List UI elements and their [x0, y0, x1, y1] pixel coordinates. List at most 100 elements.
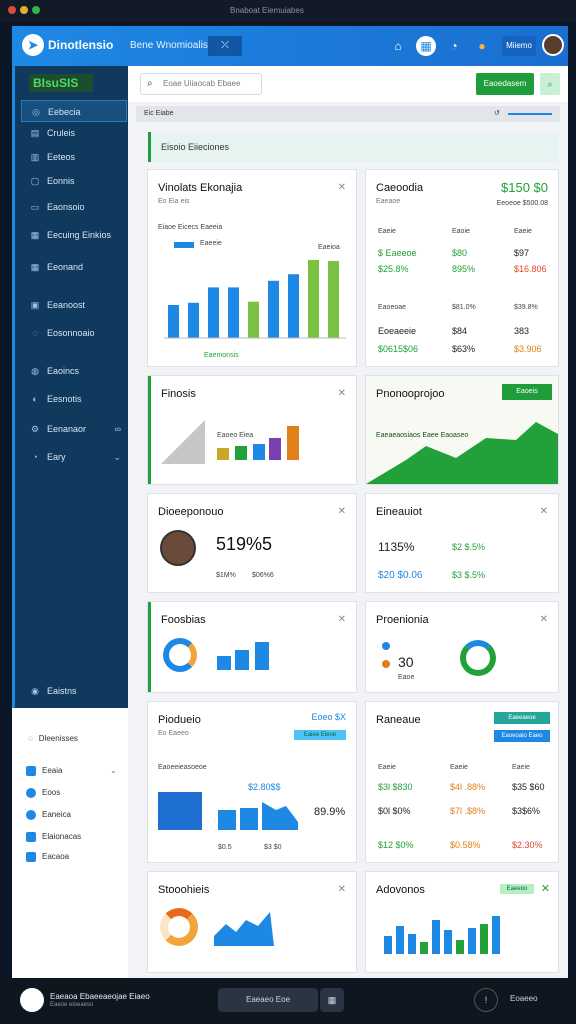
account-pill[interactable]: Miiemo	[502, 36, 536, 56]
secondary-item[interactable]: Elaionacas	[26, 832, 81, 842]
amount-sub: Eeoeoe $500.08	[496, 200, 548, 207]
doc-icon: ▢	[30, 176, 40, 186]
sidebar-item[interactable]: ▭ Eaonsoio	[21, 196, 127, 218]
app-title: Dinotlensio	[48, 38, 114, 52]
bar	[480, 924, 488, 954]
chart-bar	[308, 259, 319, 338]
sidebar-item[interactable]: ⚙ Eenanaor ∞	[21, 418, 127, 440]
area-chart	[366, 422, 558, 484]
col-header: Eaeie	[450, 764, 468, 771]
metric-value: $2.80$$	[248, 782, 281, 792]
sidebar-brand: BIsuSIS	[29, 74, 93, 92]
legend-label: Eaemonsis	[204, 352, 239, 359]
avatar[interactable]	[542, 34, 564, 56]
sidebar: BIsuSIS ◎ Eebecia ▤ Cruleis ▥ Eeteos ▢ Eonni…	[12, 66, 128, 708]
secondary-item[interactable]: Eacaoa	[26, 852, 69, 862]
zoom-slider[interactable]	[508, 113, 552, 115]
action-button[interactable]: Eaoedasem	[476, 73, 534, 95]
metric-value: 1135%	[378, 540, 415, 554]
sidebar-item[interactable]: ▥ Eeteos	[21, 146, 127, 168]
sidebar-item[interactable]: ◔ Eary ⌄	[21, 446, 127, 468]
close-icon[interactable]: ✕	[541, 882, 550, 895]
col-header: $81.0%	[452, 304, 476, 311]
taskbar-center[interactable]: Eaeaeo Eoe	[218, 988, 318, 1012]
home-icon[interactable]: ⌂	[388, 36, 408, 56]
finance-card: Caeoodia Eaeaoe $150 $0 Eeoeoe $500.08 E…	[366, 170, 558, 366]
cell: $63%	[452, 344, 476, 354]
chart-bar	[248, 301, 259, 338]
bar	[492, 916, 500, 954]
sidebar-item[interactable]: ◌ Eosonnoaio	[21, 322, 127, 344]
app-icon[interactable]	[20, 988, 44, 1012]
sidebar-item[interactable]: ◍ Eaoincs	[21, 360, 127, 382]
notification-icon[interactable]: ●	[472, 36, 492, 56]
secondary-item[interactable]: Eeaia ⌄	[26, 766, 117, 776]
cell: $35 $60	[512, 782, 545, 792]
search-input[interactable]: ⌕ Eoae Uiiaocab Ebaee	[140, 73, 262, 95]
close-dot-icon[interactable]	[8, 6, 16, 14]
bar	[235, 446, 247, 460]
stooohieis-card: Stooohieis ✕	[148, 872, 356, 972]
bar	[396, 926, 404, 954]
filter-bar: Eic Eiabe ↺	[136, 106, 560, 122]
sidebar-item[interactable]: ◉ Eaistns	[21, 680, 127, 702]
close-icon[interactable]: ✕	[338, 182, 346, 193]
sidebar-item[interactable]: ◐ Eesnotis	[21, 388, 127, 410]
proonilonia-card: Proenionia ✕ 30 Eaoe	[366, 602, 558, 692]
grid-icon[interactable]: ▦	[320, 988, 344, 1012]
bell-icon[interactable]: ◔	[444, 36, 464, 56]
bar	[287, 426, 299, 460]
folder-icon: ▭	[30, 202, 40, 212]
close-icon[interactable]: ✕	[540, 506, 548, 517]
sidebar-item[interactable]: ▦ Eecuing Einkios	[21, 224, 127, 246]
close-icon[interactable]: ✕	[338, 506, 346, 517]
folder-icon	[26, 766, 36, 776]
close-icon[interactable]: ✕	[338, 388, 346, 399]
close-icon[interactable]: ✕	[338, 884, 346, 895]
sidebar-item[interactable]: ◎ Eebecia	[21, 100, 127, 122]
sidebar-item[interactable]: ▢ Eonnis	[21, 170, 127, 192]
logo-icon: ➤	[22, 34, 44, 56]
cell: $97	[514, 248, 530, 258]
secondary-item[interactable]: Eaneica	[26, 810, 71, 820]
grid-icon[interactable]: ▦	[416, 36, 436, 56]
info-icon[interactable]: !	[474, 988, 498, 1012]
col-header: Eaeie	[378, 228, 396, 235]
user-icon: ◍	[31, 366, 39, 376]
area-chart	[262, 802, 298, 830]
card-button[interactable]: Eaoeis	[502, 384, 552, 400]
cell: $0615$06	[378, 344, 419, 354]
close-icon[interactable]: ✕	[540, 614, 548, 625]
sidebar-item[interactable]: ▦ Eeonand	[21, 256, 127, 278]
cell: $84	[452, 326, 468, 336]
chart-bar	[168, 305, 179, 338]
zoom-icon[interactable]: ↺	[494, 106, 500, 122]
filter-button[interactable]: ⤫	[208, 36, 242, 56]
sidebar-item[interactable]: ▣ Eeanoost	[21, 294, 127, 316]
secondary-item[interactable]: Eoos	[26, 788, 60, 798]
bar	[240, 808, 258, 830]
cell: 383	[514, 326, 530, 336]
search-icon[interactable]: ⌕	[540, 73, 560, 95]
bar	[235, 650, 249, 670]
profile-card: Dioeeponouo ✕ 519%5 $1M% $06%6	[148, 494, 356, 592]
econ-card: Eineauiot ✕ 1135% $2 $.5% $20 $0.06 $3 $…	[366, 494, 558, 592]
globe-icon: ◌	[28, 734, 33, 743]
cell: $12 $0%	[378, 840, 414, 850]
report-icon: ▣	[30, 300, 40, 310]
maximize-dot-icon[interactable]	[32, 6, 40, 14]
legend-label: Eaeeie	[200, 240, 222, 247]
main-content: ⌕ Eoae Uiiaocab Ebaee Eaoedasem ⌕ Eic Ei…	[128, 66, 568, 978]
chart-icon: ▥	[30, 152, 40, 162]
metric-value: $3 $0	[264, 844, 282, 851]
close-icon[interactable]: ✕	[338, 614, 346, 625]
minimize-dot-icon[interactable]	[20, 6, 28, 14]
legend-dot	[382, 660, 390, 668]
bar	[217, 448, 229, 460]
sidebar-item[interactable]: ▤ Cruleis	[21, 122, 127, 144]
bar	[420, 942, 428, 954]
tag: Eaeeaeoe	[494, 712, 550, 724]
app-subtitle: Bene Wnomioalis	[130, 40, 208, 51]
col-header: Eaeie	[514, 228, 532, 235]
cell: $0.58%	[450, 840, 481, 850]
